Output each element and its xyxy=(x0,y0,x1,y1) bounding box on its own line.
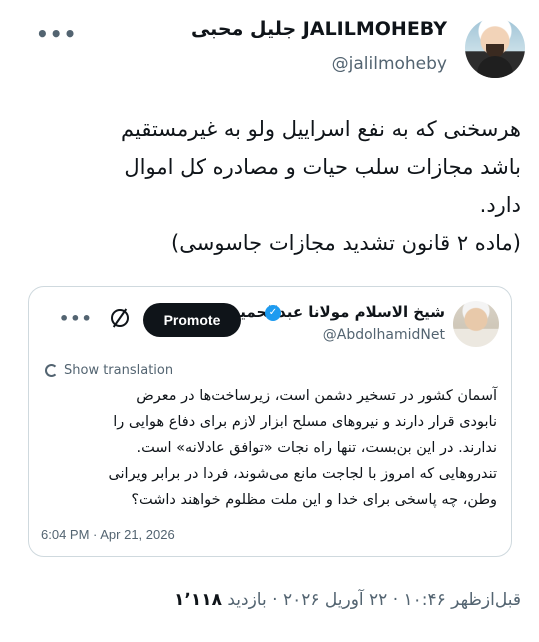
author-avatar[interactable] xyxy=(465,18,525,78)
tweet-line: هرسخنی که به نفع اسراییل ولو به غیرمستقی… xyxy=(121,117,521,141)
quoted-line: تندروهایی که امروز با لجاجت مانع می‌شوند… xyxy=(108,466,497,482)
avatar-robe xyxy=(477,56,513,78)
quoted-line: ندارند. در این بن‌بست، تنها راه نجات «تو… xyxy=(136,440,498,456)
view-count: ۱٬۱۱۸ xyxy=(174,590,222,610)
quoted-author-avatar[interactable] xyxy=(453,301,499,347)
promote-button[interactable]: Promote xyxy=(143,303,241,337)
tweet-line: (ماده ۲ قانون تشدید مجازات جاسوسی) xyxy=(171,231,521,255)
tweet-line: دارد. xyxy=(479,193,521,217)
tweet-line: باشد مجازات سلب حیات و مصادره کل اموال xyxy=(124,155,521,179)
author-handle[interactable]: @jalilmoheby xyxy=(332,54,447,74)
tweet-footer: قبل‌ازظهر ۱۰:۴۶ · ۲۲ آوریل ۲۰۲۶ · بازدید… xyxy=(174,590,521,610)
show-translation-link[interactable]: Show translation xyxy=(45,363,173,378)
quoted-line: نابودی قرار دارند و نیروهای مسلح ابزار ل… xyxy=(113,414,497,430)
quote-more-options-icon[interactable]: ••• xyxy=(59,309,93,328)
quoted-timestamp[interactable]: 6:04 PM · Apr 21, 2026 xyxy=(41,527,175,542)
quoted-author-name[interactable]: شیخ الاسلام مولانا عبدالحمید xyxy=(232,303,445,321)
quoted-author-handle[interactable]: @AbdolhamidNet xyxy=(323,327,445,343)
quoted-line: آسمان کشور در تسخیر دشمن است، زیرساخت‌ها… xyxy=(136,388,497,404)
quoted-tweet-card[interactable]: ••• Promote شیخ الاسلام مولانا عبدالحمید… xyxy=(28,286,512,557)
translate-icon xyxy=(45,364,58,377)
more-options-icon[interactable]: ••• xyxy=(36,22,77,46)
author-display-name[interactable]: JALILMOHEBY جلیل محبی xyxy=(191,18,447,40)
show-translation-label: Show translation xyxy=(64,363,174,378)
grok-icon[interactable] xyxy=(111,309,129,327)
tweet-header: ••• JALILMOHEBY جلیل محبی @jalilmoheby xyxy=(0,14,539,84)
tweet-text: هرسخنی که به نفع اسراییل ولو به غیرمستقی… xyxy=(21,110,521,262)
verified-badge-icon: ✓ xyxy=(265,305,281,321)
post-meta: قبل‌ازظهر ۱۰:۴۶ · ۲۲ آوریل ۲۰۲۶ · بازدید xyxy=(227,590,521,610)
quoted-tweet-text: آسمان کشور در تسخیر دشمن است، زیرساخت‌ها… xyxy=(41,383,497,513)
quoted-line: وطن، چه پاسخی برای خدا و این ملت مظلوم خ… xyxy=(131,492,497,508)
